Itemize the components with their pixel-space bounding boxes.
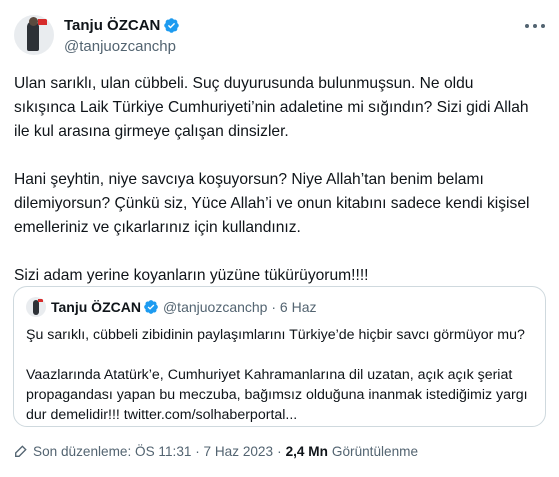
pencil-icon xyxy=(15,445,27,457)
tweet-footer: Son düzenleme: ÖS 11:31 · 7 Haz 2023 · 2… xyxy=(13,443,418,459)
quoted-author-avatar xyxy=(26,297,46,317)
author-display-name[interactable]: Tanju ÖZCAN xyxy=(64,17,160,34)
tweet-paragraph-1: Ulan sarıklı, ulan cübbeli. Suç duyurusu… xyxy=(14,75,533,140)
tweet-header: Tanju ÖZCAN @tanjuozcanchp xyxy=(14,15,180,55)
tweet-paragraph-3: Sizi adam yerine koyanların yüzüne tükür… xyxy=(14,267,369,284)
more-options-icon[interactable] xyxy=(525,20,545,32)
tweet-paragraph-2: Hani şeyhtin, niye savcıya koşuyorsun? N… xyxy=(14,171,534,236)
avatar-flag xyxy=(38,19,47,25)
tweet-card: Tanju ÖZCAN @tanjuozcanchp Ulan sarıklı,… xyxy=(0,0,559,477)
edited-timestamp[interactable]: Son düzenleme: ÖS 11:31 · 7 Haz 2023 xyxy=(33,444,273,459)
avatar-flag xyxy=(38,299,43,302)
quoted-paragraph-1: Şu sarıklı, cübbeli zibidinin paylaşımla… xyxy=(26,327,525,343)
quoted-tweet[interactable]: Tanju ÖZCAN @tanjuozcanchp · 6 Haz Şu sa… xyxy=(13,286,546,427)
more-dot xyxy=(541,24,545,28)
verified-badge-icon xyxy=(144,300,158,314)
quoted-author-name: Tanju ÖZCAN xyxy=(51,299,141,315)
verified-badge-icon xyxy=(164,18,180,33)
author-names: Tanju ÖZCAN @tanjuozcanchp xyxy=(64,16,180,55)
views-count: 2,4 Mn xyxy=(285,443,328,459)
footer-separator: · xyxy=(277,443,282,459)
avatar-head xyxy=(29,17,38,26)
more-dot xyxy=(525,24,529,28)
more-dot xyxy=(533,24,537,28)
quoted-tweet-text: Şu sarıklı, cübbeli zibidinin paylaşımla… xyxy=(26,325,533,425)
quoted-paragraph-2: Vaazlarında Atatürk’e, Cumhuriyet Kahram… xyxy=(26,367,532,423)
avatar-figure xyxy=(33,300,39,315)
views-label: Görüntülenme xyxy=(331,443,419,459)
tweet-text: Ulan sarıklı, ulan cübbeli. Suç duyurusu… xyxy=(14,72,534,288)
name-row: Tanju ÖZCAN xyxy=(64,16,180,35)
author-handle[interactable]: @tanjuozcanchp xyxy=(64,38,180,55)
quoted-handle-date: @tanjuozcanchp · 6 Haz xyxy=(162,299,317,315)
quoted-tweet-header: Tanju ÖZCAN @tanjuozcanchp · 6 Haz xyxy=(26,297,533,317)
author-avatar[interactable] xyxy=(14,15,54,55)
